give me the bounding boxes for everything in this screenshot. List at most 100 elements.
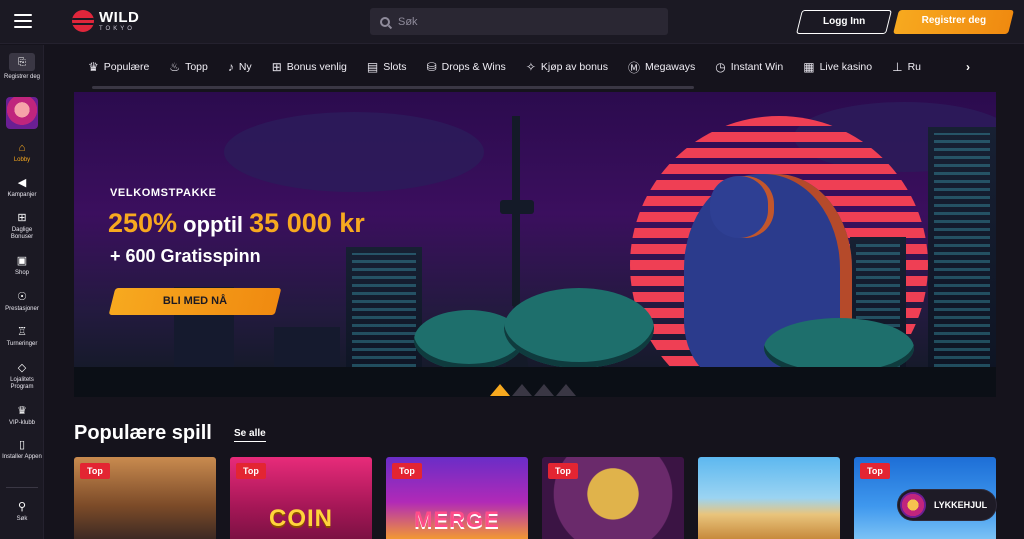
sidebar-item-label: Installer Appen [2,454,42,460]
coins-icon: ⛁ [426,60,437,74]
logo-sun-icon [72,10,94,32]
sidebar-register-label: Registrer deg [3,74,41,80]
tab-label: Slots [383,61,407,73]
m-icon: Ⓜ [628,60,641,75]
headline-amount: 250% [108,208,178,238]
tab-roulette[interactable]: ⊥ Ru [892,60,921,74]
carousel-dot[interactable] [534,384,554,396]
sidebar-item-label: Lojalitets Program [10,377,34,390]
cloud-decoration [224,112,484,192]
bag-icon: ✧ [525,60,536,74]
sidebar-item-label: Kampanjer [7,192,37,198]
diamond-icon: ◇ [17,362,27,374]
roulette-icon: ⊥ [892,60,903,74]
sidebar-register[interactable]: ⎘ Registrer deg [3,53,41,81]
phone-icon: ▯ [18,439,26,451]
home-icon: ⌂ [18,142,26,154]
slot-icon: ▤ [366,60,379,74]
carousel-indicators [490,384,578,396]
search-bar[interactable] [370,8,668,35]
bell-icon: ♪ [227,60,234,74]
top-bar: WILD TOKYO Logg Inn Registrer deg [0,0,1024,44]
building-graphic [928,127,996,397]
tab-bonus-buy[interactable]: ✧ Kjøp av bonus [526,60,608,74]
sidebar-item-label: VIP-klubb [8,420,35,426]
lucky-wheel-button[interactable]: LYKKEHJUL [898,490,996,520]
join-now-button[interactable]: BLI MED NÅ [108,288,282,315]
sidebar-item-loyalty[interactable]: ◇ Lojalitets Program [0,362,44,391]
sidebar-item-label: Lobby [13,157,31,163]
category-scrollbar[interactable] [92,86,694,89]
top-badge: Top [236,463,266,479]
carousel-dot[interactable] [512,384,532,396]
sidebar: ⎘ Registrer deg ⌂ Lobby ◀ Kampanjer ⊞ Da… [0,45,44,539]
search-input[interactable] [398,15,638,28]
sidebar-item-search[interactable]: ⚲ Søk [0,501,44,523]
game-row: Top Top COIN Top MERGE Top Top [74,457,1010,539]
brand-logo[interactable]: WILD TOKYO [72,10,139,32]
category-nav: ♛ Populære ♨ Topp ♪ Ny ⊞ Bonus venlig ▤ Slots… [88,54,988,80]
top-badge: Top [80,463,110,479]
lucky-wheel-label: LYKKEHJUL [934,500,988,510]
banner-headline: 250% opptil 35 000 kr [108,208,365,239]
sidebar-item-tournaments[interactable]: ♖ Turneringer [0,326,44,348]
tab-label: Ny [238,61,252,73]
user-plus-icon: ⎘ [9,53,35,71]
gorilla-graphic [710,176,774,238]
avatar[interactable] [6,97,38,129]
carousel-dot[interactable] [556,384,576,396]
game-tile[interactable] [698,457,840,539]
cards-icon: ▦ [803,60,815,74]
sidebar-item-achievements[interactable]: ☉ Prestasjoner [0,291,44,313]
banner-kicker: VELKOMSTPAKKE [110,187,217,199]
crown-icon: ♛ [17,405,27,417]
tab-megaways[interactable]: Ⓜ Megaways [628,59,695,76]
hero-banner[interactable]: VELKOMSTPAKKE 250% opptil 35 000 kr + 60… [74,92,996,397]
sidebar-item-label: Shop [14,270,29,276]
sidebar-item-install-app[interactable]: ▯ Installer Appen [0,439,44,461]
see-all-link[interactable]: Se alle [234,428,266,442]
sidebar-item-label: Turneringer [6,341,38,347]
gift-icon: ⊞ [17,212,27,224]
tab-top[interactable]: ♨ Topp [169,60,208,74]
tab-instant-win[interactable]: ◷ Instant Win [715,60,783,74]
tab-live-casino[interactable]: ▦ Live kasino [803,60,872,74]
shop-icon: ▣ [16,255,28,267]
section-title: Populære spill [74,422,212,444]
search-icon [380,16,390,27]
game-tile[interactable]: Top [74,457,216,539]
top-badge: Top [548,463,578,479]
tab-slots[interactable]: ▤ Slots [367,60,407,74]
search-icon: ⚲ [17,501,27,513]
game-tile[interactable]: Top [542,457,684,539]
flame-icon: ♨ [169,60,181,74]
sidebar-item-shop[interactable]: ▣ Shop [0,255,44,277]
chevron-right-icon[interactable]: › [966,60,970,74]
top-badge: Top [860,463,890,479]
tab-label: Instant Win [730,61,784,73]
sidebar-item-label: Prestasjoner [5,306,39,312]
sidebar-item-campaigns[interactable]: ◀ Kampanjer [0,177,44,199]
tab-new[interactable]: ♪ Ny [228,60,252,74]
sidebar-item-daily-bonuses[interactable]: ⊞ Daglige Bonuser [0,212,44,241]
game-tile[interactable]: Top MERGE [386,457,528,539]
brand-name: WILD [99,9,140,26]
login-label: Logg Inn [823,16,866,27]
megaphone-icon: ◀ [17,177,27,189]
login-button[interactable]: Logg Inn [796,10,892,34]
tab-drops-wins[interactable]: ⛁ Drops & Wins [427,60,506,74]
tab-label: Live kasino [819,61,873,73]
tab-bonus-friendly[interactable]: ⊞ Bonus venlig [272,60,347,74]
carousel-dot[interactable] [490,384,510,396]
register-button[interactable]: Registrer deg [893,10,1014,34]
game-title: MERGE [414,507,500,532]
tab-label: Megaways [645,61,696,73]
game-tile[interactable]: Top COIN [230,457,372,539]
sidebar-item-lobby[interactable]: ⌂ Lobby [0,142,44,164]
tab-label: Topp [185,61,208,73]
hamburger-menu-icon[interactable] [14,14,32,28]
tab-popular[interactable]: ♛ Populære [88,60,149,74]
crown-icon: ♛ [88,60,99,74]
tab-label: Populære [103,61,150,73]
sidebar-item-vip[interactable]: ♛ VIP-klubb [0,405,44,427]
